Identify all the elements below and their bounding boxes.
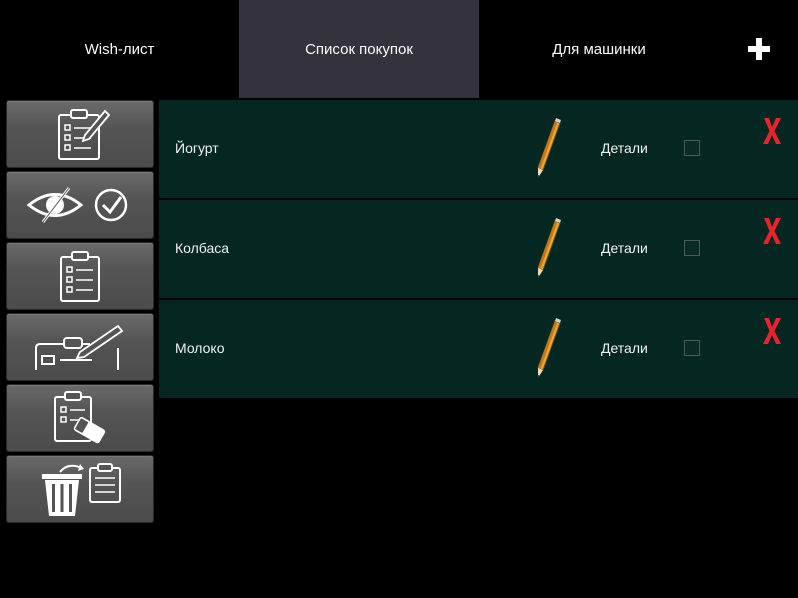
tab-bar: Wish-лист Список покупок Для машинки	[0, 0, 798, 98]
details-label: Детали	[601, 140, 648, 156]
clear-list-icon	[54, 391, 106, 444]
tab-shopping-list[interactable]: Список покупок	[239, 0, 479, 98]
pencil-icon[interactable]	[531, 318, 565, 380]
details-label: Детали	[601, 340, 648, 356]
details-checkbox[interactable]	[684, 140, 700, 156]
hide-checked-button[interactable]	[6, 171, 154, 239]
delete-x-icon[interactable]	[762, 217, 782, 245]
delete-x-icon[interactable]	[762, 117, 782, 145]
item-name: Йогурт	[175, 140, 219, 156]
tab-for-car[interactable]: Для машинки	[479, 0, 719, 98]
edit-list-icon	[58, 109, 111, 160]
list-item: Йогурт Детали	[159, 100, 798, 198]
add-tab-button[interactable]	[719, 0, 798, 98]
delete-x-icon[interactable]	[762, 317, 782, 345]
tab-wish-list[interactable]: Wish-лист	[0, 0, 239, 98]
pencil-icon[interactable]	[531, 118, 565, 180]
tab-label: Для машинки	[552, 40, 646, 58]
tab-label: Список покупок	[305, 40, 413, 58]
plus-icon	[747, 38, 770, 60]
tab-label: Wish-лист	[84, 40, 155, 58]
clear-list-button[interactable]	[6, 384, 154, 452]
delete-list-icon	[42, 463, 121, 516]
checklist-button[interactable]	[6, 242, 154, 310]
item-name: Молоко	[175, 340, 225, 356]
details-checkbox[interactable]	[684, 240, 700, 256]
edit-item-icon	[35, 324, 124, 370]
pencil-icon[interactable]	[531, 218, 565, 280]
checklist-icon	[60, 251, 100, 302]
list-item: Молоко Детали	[159, 300, 798, 398]
list-item: Колбаса Детали	[159, 200, 798, 298]
hide-checked-icon	[26, 187, 128, 223]
edit-list-button[interactable]	[6, 100, 154, 168]
details-label: Детали	[601, 240, 648, 256]
details-checkbox[interactable]	[684, 340, 700, 356]
edit-item-button[interactable]	[6, 313, 154, 381]
delete-list-button[interactable]	[6, 455, 154, 523]
item-name: Колбаса	[175, 240, 230, 256]
